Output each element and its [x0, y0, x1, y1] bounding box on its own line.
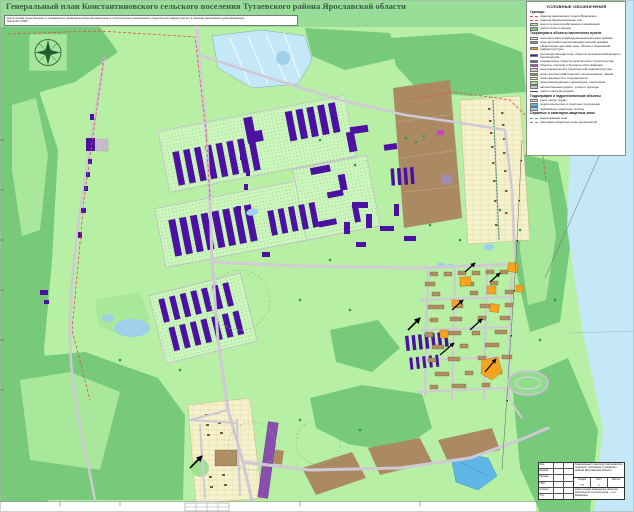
legend-label: производственная зона, объекты сельскохо… [540, 53, 623, 59]
legend-swatch [530, 81, 538, 84]
stadium [508, 371, 548, 395]
legend-swatch [530, 85, 538, 88]
legend-label: санитарно-защитные зоны предприятий [540, 121, 597, 124]
stamp-sheet-label: Лист [591, 478, 607, 481]
subtitle-line2: Масштаб 1:2000 [7, 20, 295, 23]
stamp-row-label: Утв. [539, 494, 554, 499]
legend-label: гидротехнические и очистные сооружения [540, 103, 600, 106]
stamp-doc-name: Карта (схема) размещения объектов капита… [574, 488, 624, 499]
legend-swatch [530, 91, 538, 92]
stamp-row-label: Провер. [539, 475, 554, 480]
legend-swatch [530, 99, 538, 102]
legend-row: общественно-деловая зона, объекты социал… [530, 45, 623, 51]
legend-label: прибрежные защитные полосы [540, 108, 584, 111]
stamp-row-label: Изм. [539, 463, 554, 468]
stamp-signature-rows: Изм. Разраб. Провер. ГИП Н.контр. Утв. [539, 463, 574, 499]
utility-building [441, 175, 452, 184]
legend-swatch [530, 122, 538, 123]
legend-panel: УСЛОВНЫЕ ОБОЗНАЧЕНИЯ Границы граница нас… [526, 1, 626, 156]
legend-swatch [530, 47, 538, 50]
legend-swatch [530, 64, 538, 67]
compass-rose [29, 34, 67, 71]
legend-rows: Границы граница населенного пункта Фомин… [530, 11, 623, 124]
legend-title: УСЛОВНЫЕ ОБОЗНАЧЕНИЯ [530, 4, 623, 9]
legend-row: линии электропередачи [530, 90, 623, 93]
planned-trade-object [437, 130, 444, 135]
legend-row: прибрежные защитные полосы [530, 107, 623, 110]
legend-swatch [530, 73, 538, 76]
legend-label: линии электропередачи [540, 90, 574, 93]
legend-label: зона рекреационного назначения, озеленен… [540, 81, 605, 84]
legend-row: земли лесного фонда [530, 27, 623, 30]
legend-swatch [530, 118, 538, 119]
legend-swatch [530, 68, 538, 71]
stamp-row-label: ГИП [539, 482, 554, 487]
legend-row: санитарно-защитные зоны предприятий [530, 121, 623, 124]
map-subtitle: Карта (схема) существующего и планируемо… [4, 15, 298, 26]
legend-swatch [530, 107, 538, 110]
legend-swatch [530, 37, 538, 40]
stamp-project-title: Генеральный план Константиновского сельс… [574, 463, 624, 478]
legend-swatch [530, 23, 538, 26]
legend-swatch [530, 20, 538, 21]
title-block: Изм. Разраб. Провер. ГИП Н.контр. Утв. Г… [538, 462, 625, 500]
legend-swatch [530, 16, 538, 17]
legend-swatch [530, 41, 538, 44]
stamp-sheet-value: 1 [591, 484, 607, 487]
legend-label: общественно-деловая зона, объекты социал… [540, 45, 623, 51]
legend-label: земли лесного фонда [540, 27, 571, 30]
lake [114, 319, 150, 337]
stamp-row-label: Н.контр. [539, 488, 554, 493]
stamp-stage-value: ГП [574, 484, 590, 487]
parking-lot [96, 139, 108, 151]
legend-row: производственная зона, объекты сельскохо… [530, 53, 623, 59]
general-plan-map-sheet: Генеральный план Константиновского сельс… [0, 0, 634, 512]
stamp-row: Утв. [539, 494, 573, 499]
scale-bar [185, 503, 229, 511]
legend-swatch [530, 103, 538, 106]
legend-swatch [530, 77, 538, 80]
stamp-row-label: Разраб. [539, 469, 554, 474]
legend-swatch [530, 60, 538, 63]
legend-swatch [530, 27, 538, 30]
legend-swatch [530, 54, 538, 57]
stamp-sheets-label: Листов [608, 478, 624, 481]
stamp-stage-label: Стадия [574, 478, 590, 481]
page-title: Генеральный план Константиновского сельс… [6, 2, 476, 11]
